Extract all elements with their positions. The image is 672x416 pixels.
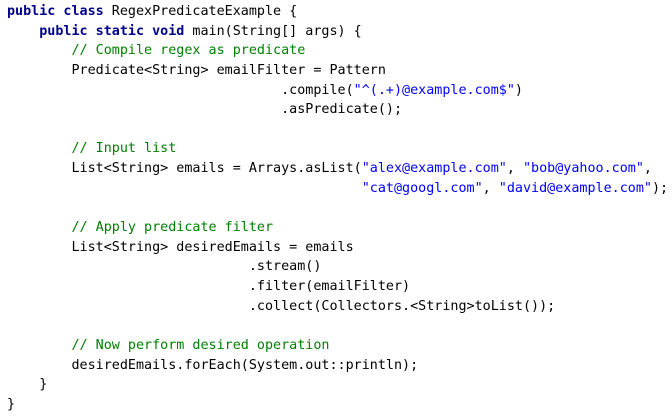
code-token: RegexPredicateExample {: [103, 4, 298, 19]
code-line: .stream(): [7, 257, 672, 277]
code-line: Predicate<String> emailFilter = Pattern: [7, 61, 672, 81]
code-line: // Apply predicate filter: [7, 218, 672, 238]
code-token-keyword: public class: [7, 4, 104, 19]
code-block: public class RegexPredicateExample { pub…: [0, 0, 672, 414]
code-token: }: [7, 377, 48, 393]
code-comment: // Now perform desired operation: [71, 337, 330, 353]
code-token: .compile(: [7, 82, 354, 98]
code-line: List<String> desiredEmails = emails: [7, 238, 672, 258]
code-comment: // Input list: [71, 141, 177, 157]
code-token: .asPredicate();: [7, 102, 403, 118]
code-token: List<String> emails = Arrays.asList(: [7, 161, 362, 177]
code-token: );: [651, 180, 669, 196]
code-token: ): [514, 82, 523, 98]
code-string-literal: "bob@yahoo.com": [522, 161, 644, 177]
code-token: desiredEmails.forEach(System.out::printl…: [7, 357, 419, 373]
code-token-keyword: public static void: [39, 23, 185, 39]
code-token: ,: [482, 180, 499, 196]
code-comment: // Compile regex as predicate: [71, 43, 306, 59]
code-line: }: [7, 375, 672, 395]
code-string-literal: "david@example.com": [498, 180, 652, 196]
code-line: // Compile regex as predicate: [7, 41, 672, 61]
code-token: ,: [506, 161, 523, 177]
code-token: List<String> desiredEmails = emails: [7, 239, 354, 255]
code-token: ,: [643, 161, 652, 177]
code-line: }: [7, 395, 672, 415]
code-line: "cat@googl.com", "david@example.com");: [7, 179, 672, 199]
code-line: desiredEmails.forEach(System.out::printl…: [7, 356, 672, 376]
code-token: .collect(Collectors.<String>toList());: [7, 298, 556, 314]
code-line: public static void main(String[] args) {: [7, 22, 672, 42]
code-token: .stream(): [7, 259, 322, 275]
code-line: // Now perform desired operation: [7, 336, 672, 356]
code-token: }: [7, 396, 16, 412]
code-line: // Input list: [7, 139, 672, 159]
code-line: public class RegexPredicateExample {: [7, 2, 672, 22]
code-token: main(String[] args) {: [184, 23, 362, 39]
code-token: Predicate<String> emailFilter = Pattern: [7, 62, 386, 78]
code-line: .collect(Collectors.<String>toList());: [7, 297, 672, 317]
code-string-literal: "cat@googl.com": [361, 180, 483, 196]
code-line: .compile("^(.+)@example.com$"): [7, 81, 672, 101]
code-comment: // Apply predicate filter: [71, 220, 274, 236]
code-string-literal: "alex@example.com": [361, 161, 507, 177]
code-line: .asPredicate();: [7, 100, 672, 120]
code-line: List<String> emails = Arrays.asList("ale…: [7, 159, 672, 179]
code-line: .filter(emailFilter): [7, 277, 672, 297]
code-string-literal: "^(.+)@example.com$": [353, 82, 515, 98]
code-token: .filter(emailFilter): [7, 278, 411, 294]
